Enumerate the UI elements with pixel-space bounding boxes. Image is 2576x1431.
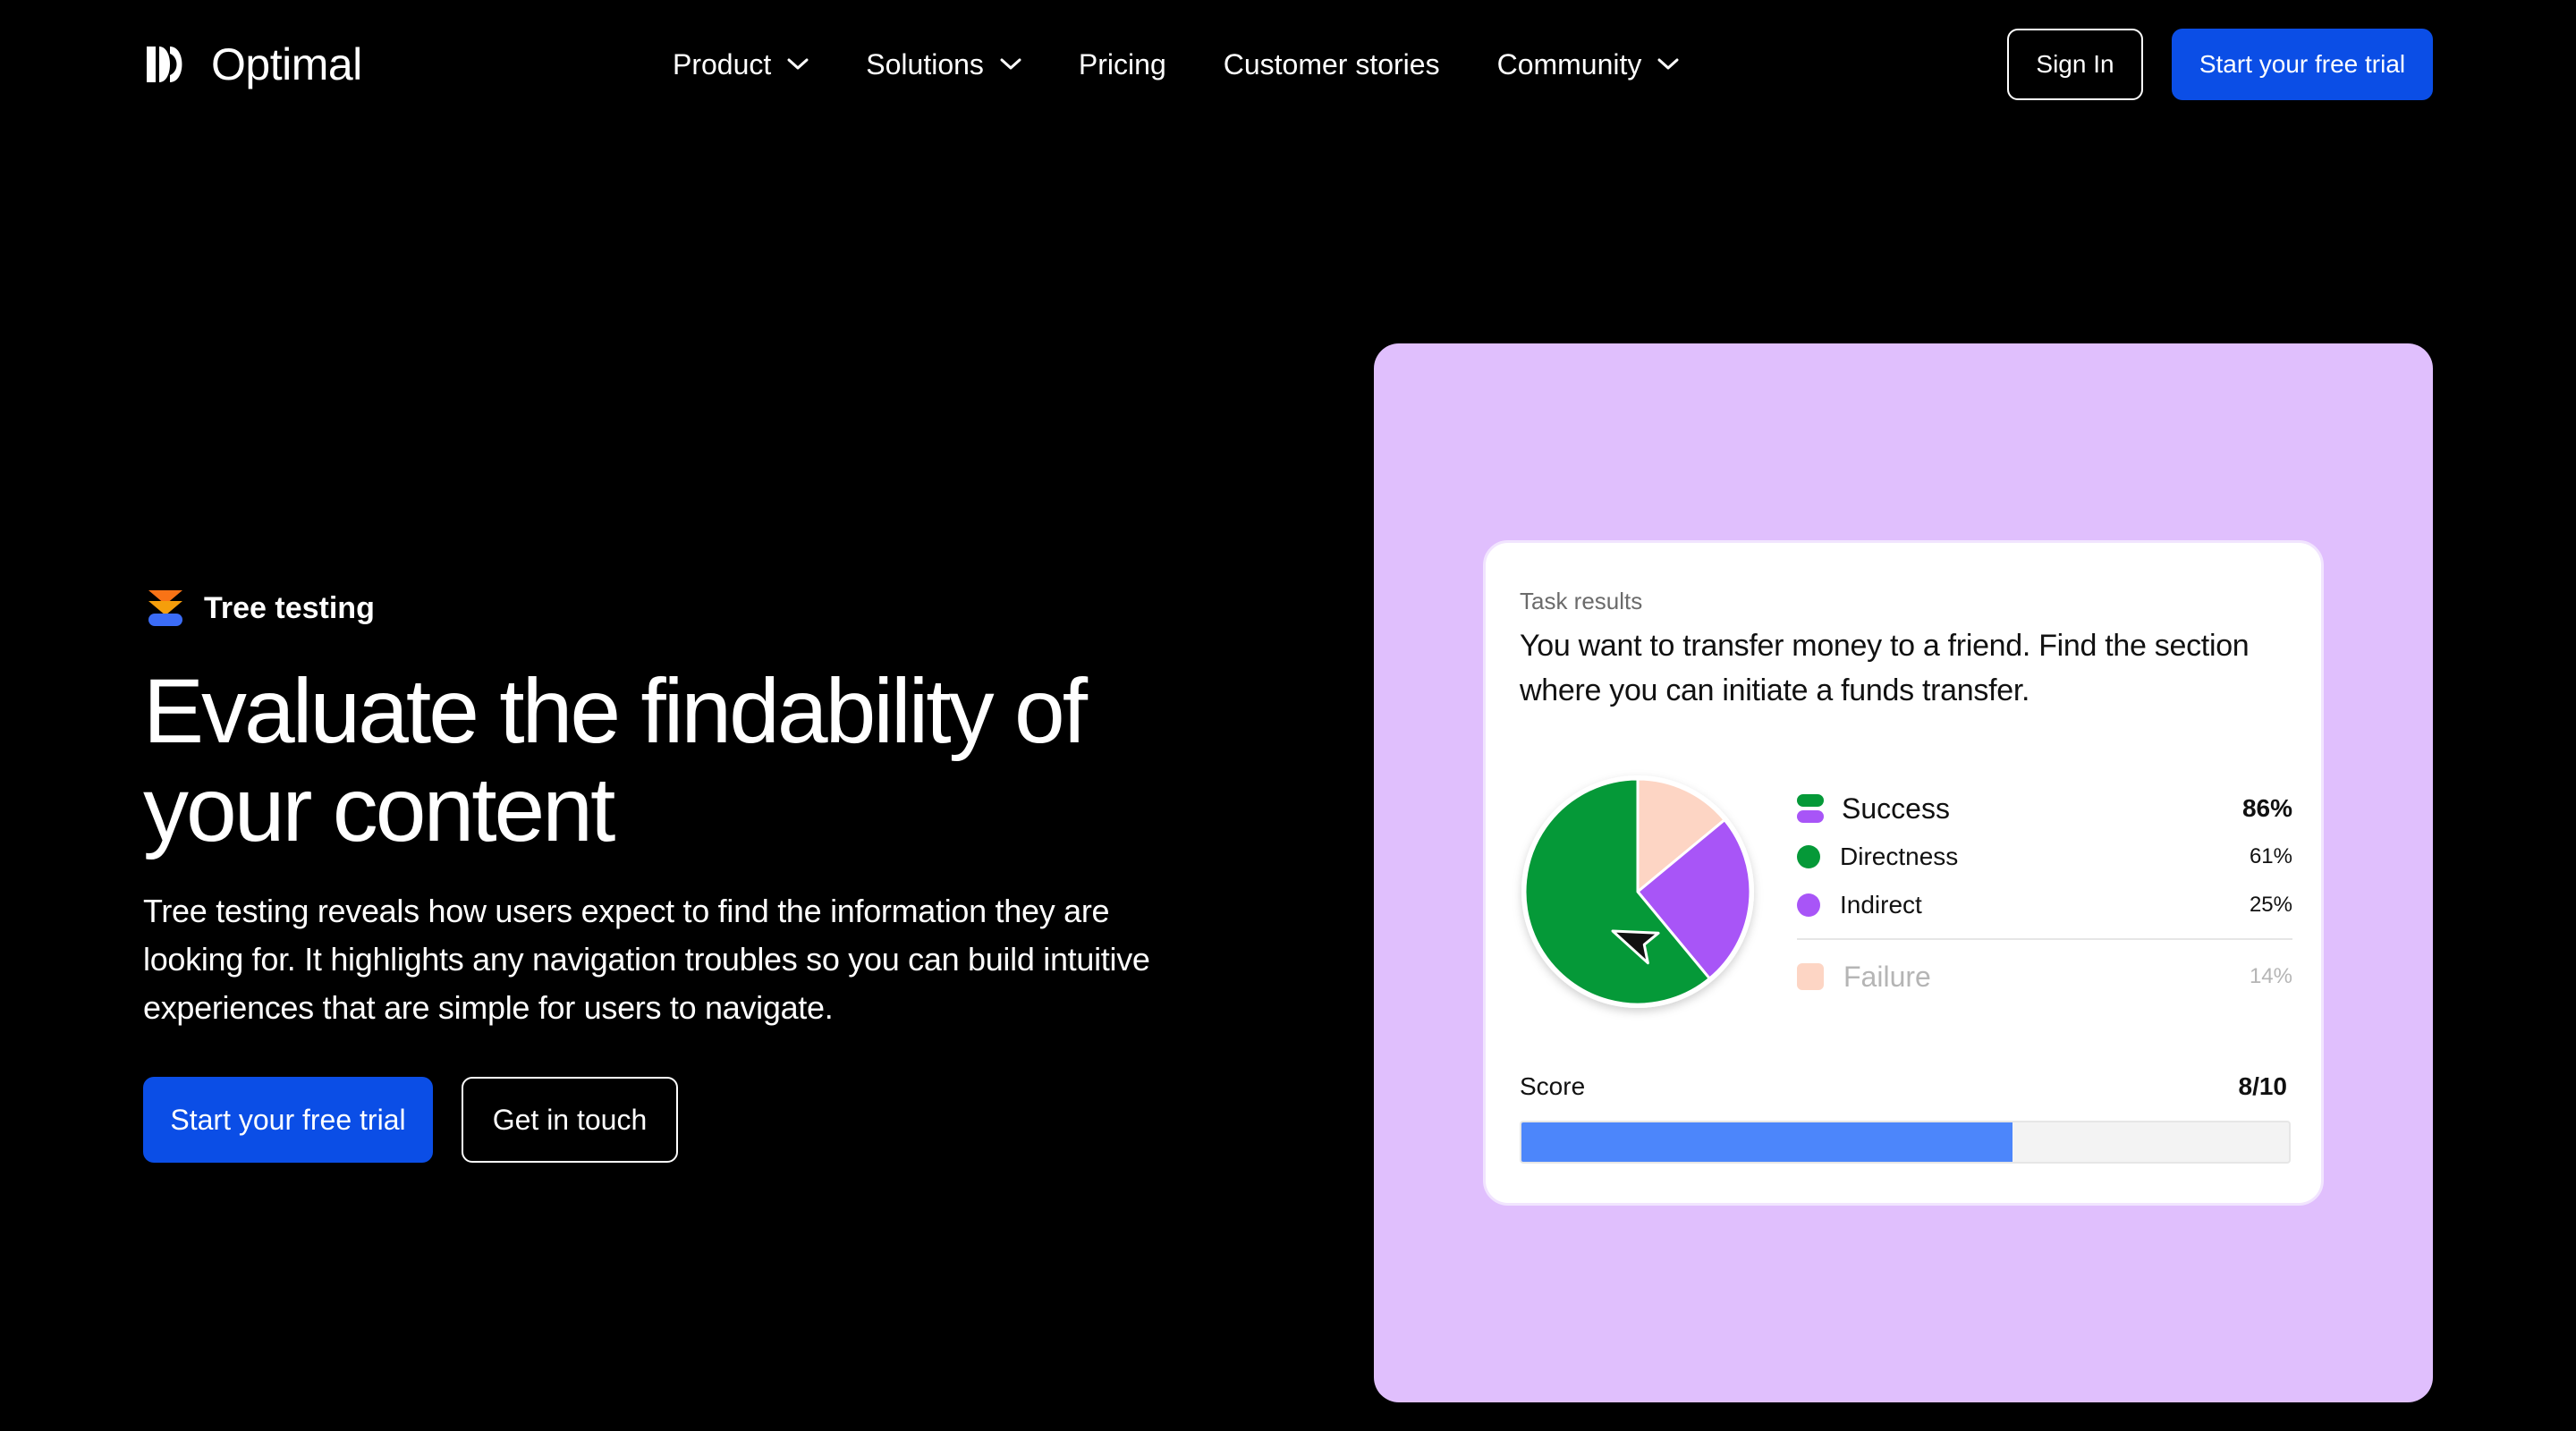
hero-description: Tree testing reveals how users expect to… xyxy=(143,893,1150,1026)
directness-swatch xyxy=(1797,845,1820,868)
nav-item-customer-stories[interactable]: Customer stories xyxy=(1224,48,1440,81)
legend-value: 25% xyxy=(2249,893,2292,917)
nav-item-label: Customer stories xyxy=(1223,47,1440,80)
task-results-card: Task results You want to transfer money … xyxy=(1483,540,2324,1206)
nav-item-community[interactable]: Community xyxy=(1497,48,1680,81)
nav-item-product[interactable]: Product xyxy=(673,48,809,81)
legend-value: 86% xyxy=(2241,794,2292,822)
legend-label: Directness xyxy=(1840,843,1959,870)
score-bar-fill xyxy=(1521,1122,2013,1162)
nav-free-trial-button[interactable]: Start your free trial xyxy=(2172,29,2433,100)
nav-item-label: Community xyxy=(1496,47,1642,80)
nav-item-label: Product xyxy=(673,47,772,80)
legend-label: Failure xyxy=(1843,960,1931,993)
legend-row-indirect: Indirect 25% xyxy=(1797,881,2292,929)
brand-logo[interactable]: Optimal xyxy=(143,38,362,91)
hero-free-trial-button[interactable]: Start your free trial xyxy=(143,1077,433,1163)
legend-row-success: Success 86% xyxy=(1797,784,2292,833)
legend-value: 14% xyxy=(2249,964,2292,988)
legend-divider xyxy=(1797,938,2292,940)
chevron-down-icon xyxy=(787,58,809,70)
nav-item-label: Pricing xyxy=(1078,47,1166,80)
chevron-down-icon xyxy=(1657,58,1679,70)
optimal-logo-icon xyxy=(147,47,182,82)
results-legend: Success 86% Directness 61% Indirect 25% … xyxy=(1797,784,2292,1001)
legend-label: Indirect xyxy=(1840,891,1922,919)
chevron-down-icon xyxy=(1000,58,1021,70)
tree-testing-icon xyxy=(148,590,182,626)
legend-row-directness: Directness 61% xyxy=(1797,833,2292,881)
legend-value: 61% xyxy=(2249,844,2292,868)
indirect-swatch xyxy=(1797,893,1820,917)
score-label: Score xyxy=(1520,1072,1586,1100)
nav-item-solutions[interactable]: Solutions xyxy=(866,48,1021,81)
brand-name: Optimal xyxy=(211,39,362,89)
main-menu: Product Solutions Pricing Customer stori… xyxy=(673,38,1679,91)
get-in-touch-button[interactable]: Get in touch xyxy=(462,1077,678,1163)
score-value: 8/10 xyxy=(2238,1072,2288,1100)
failure-swatch xyxy=(1797,963,1824,990)
nav-item-pricing[interactable]: Pricing xyxy=(1079,48,1166,81)
success-swatch xyxy=(1797,794,1824,823)
sign-in-button[interactable]: Sign In xyxy=(2007,29,2143,100)
illustration-panel: Task results You want to transfer money … xyxy=(1374,343,2433,1402)
nav-item-label: Solutions xyxy=(866,47,984,80)
results-pie-chart xyxy=(1520,774,1756,1010)
top-navigation: Optimal Product Solutions Pricing Custom… xyxy=(0,0,2576,131)
pie-chart-svg xyxy=(1521,775,1754,1008)
score-bar xyxy=(1520,1121,2291,1164)
hero-title: Evaluate the findability of your content xyxy=(143,660,1088,860)
legend-label: Success xyxy=(1842,792,1950,825)
task-question: You want to transfer money to a friend. … xyxy=(1520,629,2250,707)
legend-row-failure: Failure 14% xyxy=(1797,953,2292,1001)
product-badge: Tree testing xyxy=(145,583,375,633)
card-label: Task results xyxy=(1520,588,1643,614)
badge-label: Tree testing xyxy=(204,590,375,625)
